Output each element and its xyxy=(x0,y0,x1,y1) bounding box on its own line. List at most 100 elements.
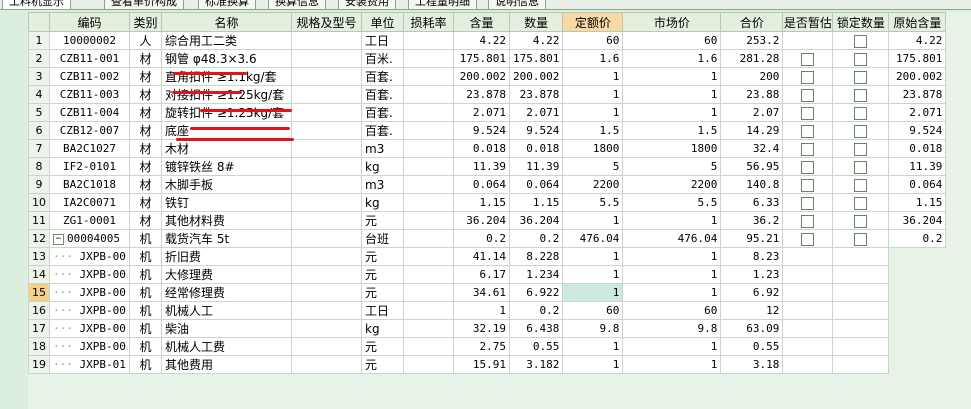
cell-is-estimate[interactable] xyxy=(782,319,834,338)
cell-market-price[interactable]: 9.8 xyxy=(622,319,722,338)
cell-spec[interactable] xyxy=(291,121,362,140)
cell-unit[interactable]: 元 xyxy=(361,211,404,230)
cell-loss-rate[interactable] xyxy=(403,301,454,320)
cell-is-estimate[interactable] xyxy=(782,31,834,50)
cell-quantity[interactable]: 0.064 xyxy=(508,175,564,194)
cell-total[interactable]: 140.8 xyxy=(720,175,784,194)
cell-name[interactable]: 木脚手板 xyxy=(161,175,292,194)
cell-code[interactable]: ··· JXPB-00 xyxy=(49,337,130,356)
cell-spec[interactable] xyxy=(291,265,362,284)
lock-quantity-checkbox[interactable] xyxy=(854,52,868,66)
col-header-unit[interactable]: 单位 xyxy=(361,12,404,32)
cell-name[interactable]: 镀锌铁丝 8# xyxy=(161,157,292,176)
is-estimate-checkbox[interactable] xyxy=(801,178,815,192)
cell-unit[interactable]: 工日 xyxy=(361,31,404,50)
cell-quantity[interactable]: 4.22 xyxy=(508,31,564,50)
tab-description[interactable]: 说明信息 xyxy=(488,0,546,9)
lock-quantity-checkbox[interactable] xyxy=(854,232,868,246)
cell-quota-price[interactable]: 1 xyxy=(562,103,624,122)
cell-loss-rate[interactable] xyxy=(403,49,454,68)
row-index[interactable]: 10 xyxy=(28,193,50,212)
cell-name[interactable]: 折旧费 xyxy=(161,247,292,266)
cell-loss-rate[interactable] xyxy=(403,247,454,266)
cell-quantity[interactable]: 0.018 xyxy=(508,139,564,158)
cell-quota-price[interactable]: 1.5 xyxy=(562,121,624,140)
cell-lock-quantity[interactable] xyxy=(832,85,890,104)
cell-total[interactable]: 0.55 xyxy=(720,337,784,356)
cell-category[interactable]: 机 xyxy=(129,247,162,266)
cell-quantity[interactable]: 3.182 xyxy=(508,355,564,374)
cell-name[interactable]: 机械人工 xyxy=(161,301,292,320)
cell-market-price[interactable]: 1 xyxy=(622,265,722,284)
cell-lock-quantity[interactable] xyxy=(832,355,890,374)
cell-name[interactable]: 铁钉 xyxy=(161,193,292,212)
cell-unit[interactable]: kg xyxy=(361,193,404,212)
cell-category[interactable]: 机 xyxy=(129,229,162,248)
lock-quantity-checkbox[interactable] xyxy=(854,160,868,174)
cell-is-estimate[interactable] xyxy=(782,355,834,374)
cell-code[interactable]: CZB11-003 xyxy=(49,85,130,104)
cell-quantity[interactable]: 6.438 xyxy=(508,319,564,338)
cell-unit[interactable]: 元 xyxy=(361,283,404,302)
tab-unit-price-composition[interactable]: 查看单价构成 xyxy=(104,0,184,9)
cell-code[interactable]: 10000002 xyxy=(49,31,130,50)
cell-name[interactable]: 综合用工二类 xyxy=(161,31,292,50)
cell-total[interactable]: 63.09 xyxy=(720,319,784,338)
table-row[interactable]: 2 CZB11-001 材钢管 φ48.3×3.6 百米. 175.801 175.801… xyxy=(28,49,947,68)
cell-content[interactable]: 0.018 xyxy=(453,139,510,158)
lock-quantity-checkbox[interactable] xyxy=(854,34,868,48)
cell-unit[interactable]: 百套. xyxy=(361,103,404,122)
cell-spec[interactable] xyxy=(291,49,362,68)
cell-spec[interactable] xyxy=(291,301,362,320)
cell-loss-rate[interactable] xyxy=(403,229,454,248)
cell-name[interactable]: 旋转扣件 ≥1.25kg/套 xyxy=(161,103,292,122)
cell-code[interactable]: CZB11-004 xyxy=(49,103,130,122)
cell-is-estimate[interactable] xyxy=(782,247,834,266)
cell-loss-rate[interactable] xyxy=(403,85,454,104)
cell-lock-quantity[interactable] xyxy=(832,211,890,230)
cell-quantity[interactable]: 0.2 xyxy=(508,229,564,248)
cell-market-price[interactable]: 60 xyxy=(622,301,722,320)
cell-name[interactable]: 经常修理费 xyxy=(161,283,292,302)
cell-content[interactable]: 36.204 xyxy=(453,211,510,230)
cell-is-estimate[interactable] xyxy=(782,229,834,248)
cell-is-estimate[interactable] xyxy=(782,301,834,320)
cell-name[interactable]: 木材 xyxy=(161,139,292,158)
cell-code[interactable]: BA2C1027 xyxy=(49,139,130,158)
cell-market-price[interactable]: 1 xyxy=(622,247,722,266)
cell-code[interactable]: IF2-0101 xyxy=(49,157,130,176)
row-index[interactable]: 18 xyxy=(28,337,50,356)
col-header-quota-price[interactable]: 定额价 xyxy=(562,12,624,32)
cell-name[interactable]: 其他费用 xyxy=(161,355,292,374)
cell-name[interactable]: 柴油 xyxy=(161,319,292,338)
row-index[interactable]: 12 xyxy=(28,229,50,248)
cell-category[interactable]: 机 xyxy=(129,319,162,338)
cell-lock-quantity[interactable] xyxy=(832,103,890,122)
cell-lock-quantity[interactable] xyxy=(832,247,890,266)
is-estimate-checkbox[interactable] xyxy=(801,232,815,246)
is-estimate-checkbox[interactable] xyxy=(801,214,815,228)
cell-unit[interactable]: 元 xyxy=(361,247,404,266)
cell-quota-price[interactable]: 5 xyxy=(562,157,624,176)
cell-total[interactable]: 2.07 xyxy=(720,103,784,122)
tab-quantity-detail[interactable]: 工程量明细 xyxy=(408,0,477,9)
cell-quota-price[interactable]: 60 xyxy=(562,301,624,320)
cell-quota-price[interactable]: 1 xyxy=(562,283,624,302)
cell-quota-price[interactable]: 9.8 xyxy=(562,319,624,338)
cell-lock-quantity[interactable] xyxy=(832,175,890,194)
row-index[interactable]: 17 xyxy=(28,319,50,338)
cell-spec[interactable] xyxy=(291,337,362,356)
cell-quota-price[interactable]: 1 xyxy=(562,211,624,230)
cell-unit[interactable]: 百套. xyxy=(361,67,404,86)
lock-quantity-checkbox[interactable] xyxy=(854,178,868,192)
cell-quota-price[interactable]: 60 xyxy=(562,31,624,50)
col-header-name[interactable]: 名称 xyxy=(161,12,292,32)
cell-loss-rate[interactable] xyxy=(403,211,454,230)
col-header-category[interactable]: 类别 xyxy=(129,12,162,32)
cell-spec[interactable] xyxy=(291,175,362,194)
cell-loss-rate[interactable] xyxy=(403,31,454,50)
cell-loss-rate[interactable] xyxy=(403,103,454,122)
cell-category[interactable]: 机 xyxy=(129,283,162,302)
cell-category[interactable]: 材 xyxy=(129,103,162,122)
cell-quantity[interactable]: 36.204 xyxy=(508,211,564,230)
